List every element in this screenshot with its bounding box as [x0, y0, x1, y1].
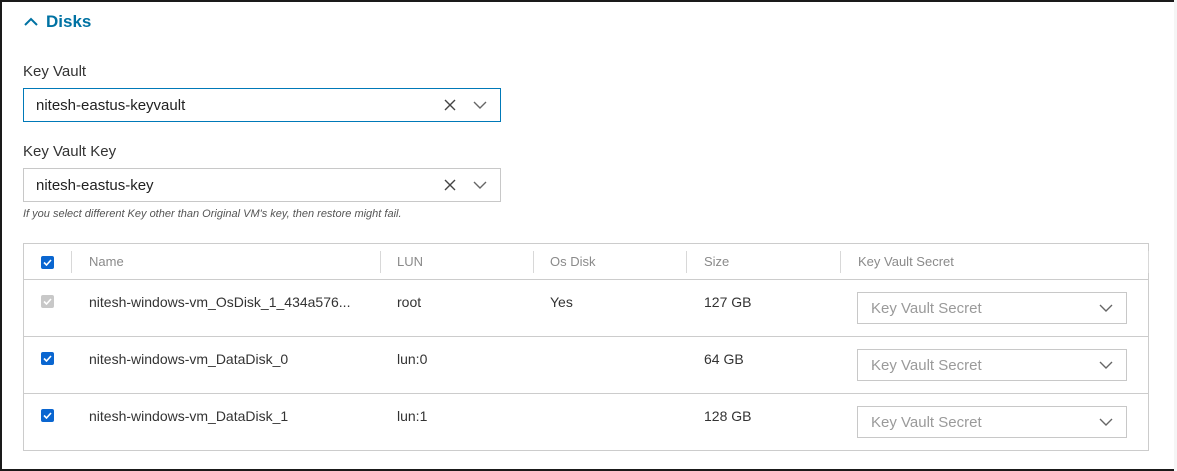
section-title: Disks: [46, 12, 92, 31]
column-separator: [380, 251, 381, 273]
disks-section-toggle[interactable]: Disks: [24, 12, 91, 32]
close-icon[interactable]: [442, 177, 458, 193]
key-vault-secret-placeholder: Key Vault Secret: [871, 413, 982, 431]
disk-size: 128 GB: [704, 408, 752, 424]
column-separator: [1148, 251, 1149, 273]
row-checkbox: [41, 295, 54, 308]
row-checkbox[interactable]: [41, 409, 54, 422]
key-vault-label: Key Vault: [23, 63, 87, 80]
key-change-warning: If you select different Key other than O…: [23, 208, 402, 220]
chevron-down-icon[interactable]: [472, 97, 488, 113]
key-vault-secret-placeholder: Key Vault Secret: [871, 299, 982, 317]
column-separator: [533, 251, 534, 273]
column-separator: [840, 251, 841, 273]
column-header-name[interactable]: Name: [89, 244, 124, 279]
disk-size: 64 GB: [704, 351, 744, 367]
disk-lun: root: [397, 294, 422, 310]
key-vault-secret-placeholder: Key Vault Secret: [871, 356, 982, 374]
select-all-checkbox[interactable]: [41, 256, 54, 269]
key-vault-secret-select[interactable]: Key Vault Secret: [857, 406, 1127, 438]
disks-panel: Disks Key Vault nitesh-eastus-keyvault K…: [0, 0, 1177, 471]
row-checkbox[interactable]: [41, 352, 54, 365]
chevron-down-icon[interactable]: [1098, 300, 1114, 316]
chevron-down-icon[interactable]: [1098, 414, 1114, 430]
check-icon: [43, 412, 52, 419]
column-header-key-vault-secret[interactable]: Key Vault Secret: [858, 244, 954, 279]
chevron-up-icon: [24, 17, 38, 27]
chevron-down-icon[interactable]: [1098, 357, 1114, 373]
table-row: nitesh-windows-vm_DataDisk_1 lun:1 128 G…: [24, 394, 1148, 451]
key-vault-select[interactable]: nitesh-eastus-keyvault: [23, 88, 501, 122]
disk-size: 127 GB: [704, 294, 752, 310]
disks-table: Name LUN Os Disk Size Key Vault Secret n…: [23, 243, 1149, 451]
column-header-size[interactable]: Size: [704, 244, 729, 279]
column-separator: [686, 251, 687, 273]
check-icon: [43, 259, 52, 266]
column-separator: [71, 251, 72, 273]
check-icon: [43, 355, 52, 362]
close-icon[interactable]: [442, 97, 458, 113]
check-icon: [43, 298, 52, 305]
key-vault-secret-select[interactable]: Key Vault Secret: [857, 349, 1127, 381]
column-header-os-disk[interactable]: Os Disk: [550, 244, 596, 279]
key-vault-key-select[interactable]: nitesh-eastus-key: [23, 168, 501, 202]
disk-lun: lun:0: [397, 351, 428, 367]
table-row: nitesh-windows-vm_OsDisk_1_434a576... ro…: [24, 280, 1148, 337]
disk-name: nitesh-windows-vm_DataDisk_1: [89, 408, 289, 424]
key-vault-value: nitesh-eastus-keyvault: [36, 96, 186, 114]
key-vault-key-label: Key Vault Key: [23, 143, 117, 160]
table-row: nitesh-windows-vm_DataDisk_0 lun:0 64 GB…: [24, 337, 1148, 394]
table-header: Name LUN Os Disk Size Key Vault Secret: [24, 244, 1149, 280]
key-vault-key-value: nitesh-eastus-key: [36, 176, 154, 194]
chevron-down-icon[interactable]: [472, 177, 488, 193]
column-header-lun[interactable]: LUN: [397, 244, 423, 279]
key-vault-secret-select[interactable]: Key Vault Secret: [857, 292, 1127, 324]
disk-os-disk: Yes: [550, 294, 573, 310]
disk-name: nitesh-windows-vm_DataDisk_0: [89, 351, 289, 367]
disk-lun: lun:1: [397, 408, 428, 424]
disk-name: nitesh-windows-vm_OsDisk_1_434a576...: [89, 294, 351, 310]
